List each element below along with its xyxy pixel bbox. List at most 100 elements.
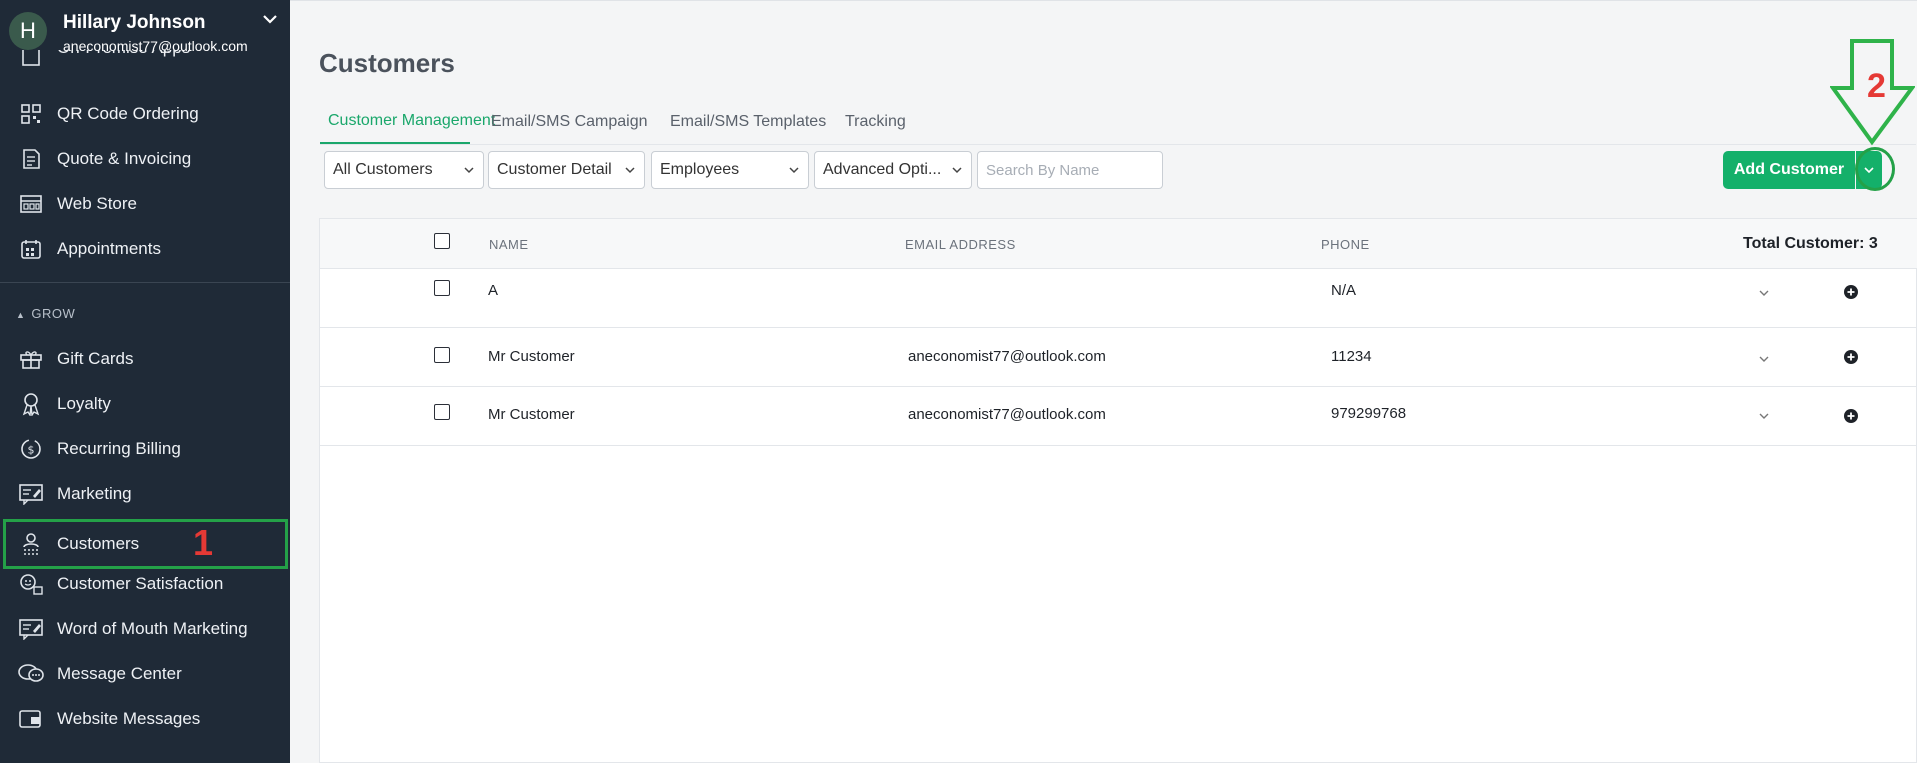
row-checkbox[interactable]: [434, 347, 450, 363]
table-row[interactable]: Mr Customer aneconomist77@outlook.com 97…: [320, 388, 1917, 446]
top-border: [290, 0, 1917, 1]
advanced-options-select[interactable]: Advanced Opti...: [814, 151, 972, 189]
sidebar-item-quote-invoicing[interactable]: Quote & Invoicing: [0, 139, 290, 179]
sidebar-item-word-of-mouth-marketing[interactable]: Word of Mouth Marketing: [0, 609, 290, 649]
total-customers: Total Customer: 3: [1743, 235, 1878, 252]
sidebar-item-label: Website Messages: [57, 709, 201, 728]
tab-customer-management[interactable]: Customer Management: [320, 100, 495, 144]
add-circle-icon[interactable]: [1843, 284, 1859, 300]
tab-label: Tracking: [845, 113, 906, 130]
customer-detail-select[interactable]: Customer Detail: [488, 151, 645, 189]
chevron-down-icon: [464, 167, 474, 174]
website-messages-icon: [16, 704, 46, 734]
marketing-icon: [16, 479, 46, 509]
tabs-divider: [320, 144, 1916, 145]
award-icon: [16, 389, 46, 419]
sidebar-item-label: Word of Mouth Marketing: [57, 619, 248, 638]
chevron-down-icon: [625, 167, 635, 174]
employees-select[interactable]: Employees: [651, 151, 809, 189]
table-row[interactable]: A N/A: [320, 270, 1917, 328]
sidebar-item-website-messages[interactable]: Website Messages: [0, 699, 290, 739]
sidebar-divider: [0, 282, 290, 283]
cell-name: A: [488, 282, 499, 299]
customers-table: NAME EMAIL ADDRESS PHONE Total Customer:…: [319, 218, 1917, 763]
table-header: NAME EMAIL ADDRESS PHONE Total Customer:…: [320, 219, 1917, 269]
sidebar-item-label: On-Premise Apps: [57, 50, 190, 58]
column-header-phone[interactable]: PHONE: [1321, 237, 1370, 252]
select-value: Customer Detail: [497, 161, 612, 178]
recurring-billing-icon: $: [16, 434, 46, 464]
sidebar-item-qr-code-ordering[interactable]: QR Code Ordering: [0, 94, 290, 134]
sidebar-item-marketing[interactable]: Marketing: [0, 474, 290, 514]
select-value: Employees: [660, 161, 740, 178]
row-checkbox[interactable]: [434, 280, 450, 296]
all-customers-select[interactable]: All Customers: [324, 151, 484, 189]
add-circle-icon[interactable]: [1843, 349, 1859, 365]
annotation-number-1: 1: [193, 522, 214, 563]
qr-code-icon: [16, 99, 46, 129]
sidebar-item-label: Loyalty: [57, 394, 111, 413]
main-content: Customers Customer Management Email/SMS …: [290, 0, 1917, 763]
cell-phone: N/A: [1331, 282, 1357, 299]
tab-tracking[interactable]: Tracking: [845, 100, 906, 144]
annotation-highlight-box: [3, 519, 288, 569]
tab-label: Email/SMS Campaign: [491, 113, 648, 130]
profile-name: Hillary Johnson: [63, 12, 206, 33]
column-header-email[interactable]: EMAIL ADDRESS: [905, 237, 1016, 252]
section-grow-toggle[interactable]: ▲ GROW: [16, 306, 75, 321]
sidebar: H Hillary Johnson aneconomist77@outlook.…: [0, 0, 290, 763]
cell-email: aneconomist77@outlook.com: [908, 406, 1106, 423]
sidebar-item-label: Web Store: [57, 194, 138, 213]
calendar-icon: [16, 234, 46, 264]
sidebar-item-customer-satisfaction[interactable]: Customer Satisfaction: [0, 564, 290, 604]
add-customer-button[interactable]: Add Customer: [1723, 151, 1855, 189]
page-title: Customers: [319, 48, 455, 78]
cell-phone: 979299768: [1331, 405, 1407, 422]
sidebar-item-recurring-billing[interactable]: $ Recurring Billing: [0, 429, 290, 469]
tab-email-sms-campaign[interactable]: Email/SMS Campaign: [491, 100, 648, 144]
sidebar-item-gift-cards[interactable]: Gift Cards: [0, 339, 290, 379]
sidebar-item-label: Recurring Billing: [57, 439, 181, 458]
annotation-number-2: 2: [1867, 67, 1886, 105]
gift-icon: [16, 344, 46, 374]
sidebar-item-appointments[interactable]: Appointments: [0, 229, 290, 269]
column-header-name[interactable]: NAME: [489, 237, 529, 252]
caret-up-icon: ▲: [16, 310, 26, 320]
sidebar-item-label: Appointments: [57, 239, 161, 258]
add-circle-icon[interactable]: [1843, 408, 1859, 424]
chevron-down-icon[interactable]: [260, 9, 280, 29]
sidebar-item-web-store[interactable]: Web Store: [0, 184, 290, 224]
chevron-down-icon: [789, 167, 799, 174]
row-checkbox[interactable]: [434, 404, 450, 420]
chevron-down-icon: [952, 167, 962, 174]
search-input[interactable]: [977, 151, 1163, 189]
word-of-mouth-icon: [16, 614, 46, 644]
section-label: GROW: [31, 306, 76, 321]
sidebar-item-loyalty[interactable]: Loyalty: [0, 384, 290, 424]
invoice-icon: [16, 144, 46, 174]
select-value: All Customers: [333, 161, 433, 178]
chevron-down-icon[interactable]: [1757, 286, 1771, 300]
sidebar-item-message-center[interactable]: Message Center: [0, 654, 290, 694]
cell-name: Mr Customer: [488, 406, 575, 423]
select-all-checkbox[interactable]: [434, 233, 450, 249]
tab-label: Customer Management: [328, 112, 496, 129]
chevron-down-icon[interactable]: [1757, 409, 1771, 423]
chevron-down-icon[interactable]: [1757, 352, 1771, 366]
sidebar-item-on-premise-apps[interactable]: On-Premise Apps: [0, 50, 290, 76]
sidebar-item-label: Gift Cards: [57, 349, 134, 368]
web-store-icon: [16, 189, 46, 219]
table-row[interactable]: Mr Customer aneconomist77@outlook.com 11…: [320, 329, 1917, 387]
avatar: H: [9, 12, 47, 50]
tab-label: Email/SMS Templates: [670, 113, 827, 130]
sidebar-item-label: Marketing: [57, 484, 132, 503]
select-value: Advanced Opti...: [823, 161, 942, 178]
tab-email-sms-templates[interactable]: Email/SMS Templates: [670, 100, 826, 144]
chat-icon: [16, 659, 46, 689]
cell-phone: 11234: [1331, 348, 1372, 365]
svg-text:$: $: [28, 444, 35, 457]
sidebar-item-label: Quote & Invoicing: [57, 149, 192, 168]
annotation-circle: [1855, 147, 1895, 191]
sidebar-item-label: Message Center: [57, 664, 182, 683]
cell-email: aneconomist77@outlook.com: [908, 348, 1106, 365]
